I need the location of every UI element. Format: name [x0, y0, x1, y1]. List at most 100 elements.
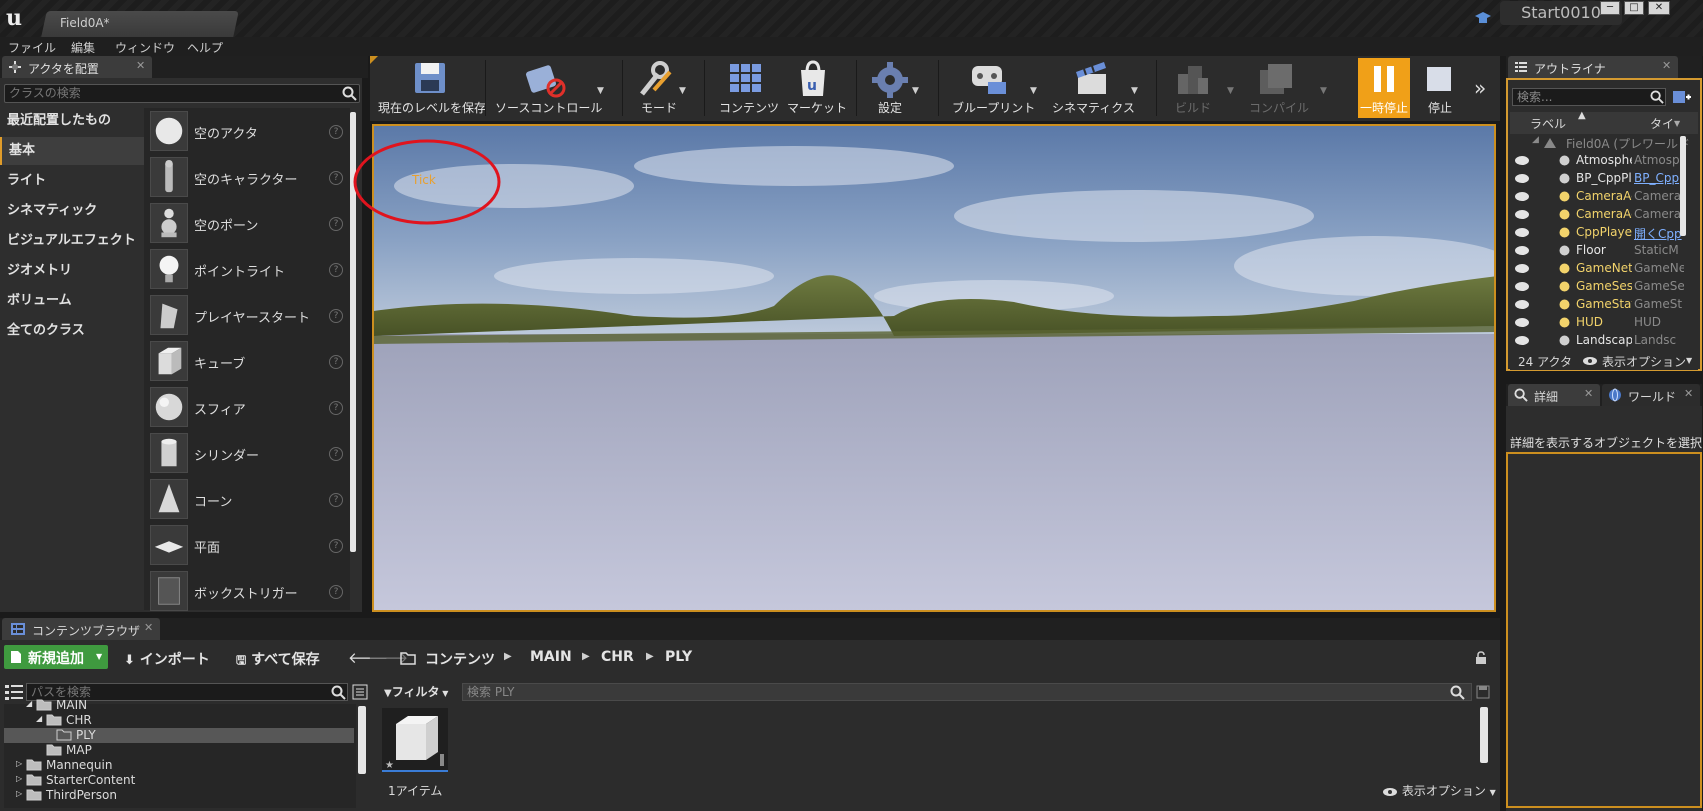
cinematics-button[interactable]: シネマティクス — [1052, 99, 1135, 116]
compile-dropdown-arrow[interactable]: ▼ — [1320, 86, 1327, 96]
category-basic[interactable]: 基本 — [0, 137, 144, 165]
tab-outliner[interactable]: アウトライナ ✕ — [1508, 56, 1678, 78]
help-icon[interactable]: ? — [329, 263, 343, 277]
stop-icon[interactable] — [1426, 66, 1452, 92]
outliner-col-type[interactable]: タイ — [1650, 115, 1674, 132]
learn-cap-icon[interactable] — [1474, 10, 1492, 26]
outliner-row[interactable]: GameSessGameSe — [1510, 278, 1690, 296]
visibility-eye-icon[interactable] — [1515, 300, 1529, 309]
help-icon[interactable]: ? — [329, 171, 343, 185]
help-icon[interactable]: ? — [329, 217, 343, 231]
actor-item-label[interactable]: スフィア — [194, 399, 246, 418]
source-control-icon[interactable] — [524, 60, 568, 98]
settings-dropdown-arrow[interactable]: ▼ — [912, 86, 919, 96]
folder-open-icon[interactable] — [400, 651, 416, 665]
tab-details[interactable]: 詳細 ✕ — [1508, 384, 1600, 406]
content-button[interactable]: コンテンツ — [719, 99, 779, 116]
help-icon[interactable]: ? — [329, 447, 343, 461]
import-button[interactable]: ⬇ インポート — [124, 649, 210, 669]
asset-view-options-button[interactable]: 表示オプション ▼ — [1382, 782, 1496, 799]
outliner-scrollbar[interactable] — [1680, 136, 1686, 236]
source-control-dropdown-arrow[interactable]: ▼ — [597, 86, 604, 96]
help-icon[interactable]: ? — [329, 493, 343, 507]
column-dropdown-icon[interactable]: ▼ — [1674, 119, 1680, 128]
add-folder-icon[interactable] — [1672, 88, 1692, 106]
expand-arrow-icon[interactable]: ▷ — [16, 774, 22, 783]
menu-help[interactable]: ヘルプ — [187, 39, 223, 56]
source-control-button[interactable]: ソースコントロール — [495, 99, 602, 116]
tab-close-icon[interactable]: ✕ — [144, 621, 153, 634]
actor-item-label[interactable]: 空のポーン — [194, 215, 258, 234]
settings-button[interactable]: 設定 — [878, 99, 902, 116]
outliner-row[interactable]: HUD HUD — [1510, 314, 1690, 332]
level-viewport[interactable] — [372, 124, 1496, 612]
outliner-row[interactable]: CameraAc Camera. — [1510, 188, 1690, 206]
save-all-button[interactable]: 🖫 すべて保存 — [236, 649, 320, 672]
add-new-button[interactable]: 新規追加 ▼ — [4, 645, 108, 669]
actor-item-label[interactable]: プレイヤースタート — [194, 307, 310, 326]
window-close-button[interactable]: ✕ — [1648, 1, 1670, 15]
breadcrumb-content[interactable]: コンテンツ — [425, 649, 495, 669]
visibility-eye-icon[interactable] — [1515, 156, 1529, 165]
build-icon[interactable] — [1172, 60, 1212, 98]
outliner-col-label[interactable]: ラベル — [1530, 115, 1566, 132]
folder-tree-item[interactable]: ▷ ThirdPerson — [4, 788, 354, 803]
blueprints-dropdown-arrow[interactable]: ▼ — [1030, 86, 1037, 96]
tab-world-settings[interactable]: ワールド ✕ — [1602, 384, 1700, 406]
menu-window[interactable]: ウィンドウ — [115, 39, 175, 56]
help-icon[interactable]: ? — [329, 355, 343, 369]
folder-tree-item[interactable]: ◢ MAIN — [4, 698, 354, 713]
help-icon[interactable]: ? — [329, 125, 343, 139]
outliner-root-row[interactable]: ◢ Field0A (プレワールド — [1510, 134, 1690, 152]
actor-item-label[interactable]: ポイントライト — [194, 261, 285, 280]
class-search-input[interactable]: クラスの検索 — [4, 84, 360, 103]
visibility-eye-icon[interactable] — [1515, 282, 1529, 291]
save-search-icon[interactable] — [1476, 685, 1490, 699]
category-volumes[interactable]: ボリューム — [0, 287, 144, 315]
tab-content-browser[interactable]: コンテンツブラウザ ✕ — [2, 618, 160, 640]
blueprints-icon[interactable] — [968, 62, 1010, 96]
outliner-search-input[interactable]: 検索... — [1512, 88, 1666, 106]
visibility-eye-icon[interactable] — [1515, 174, 1529, 183]
actor-item-label[interactable]: ボックストリガー — [194, 583, 298, 602]
cinematics-dropdown-arrow[interactable]: ▼ — [1131, 86, 1138, 96]
asset-search-input[interactable]: 検索 PLY — [462, 683, 1472, 701]
stop-button[interactable]: 停止 — [1428, 99, 1452, 116]
filters-button[interactable]: ▼フィルタ ▼ — [384, 683, 454, 702]
category-lights[interactable]: ライト — [0, 167, 144, 195]
tab-close-icon[interactable]: ✕ — [136, 59, 145, 72]
visibility-eye-icon[interactable] — [1515, 264, 1529, 273]
content-icon[interactable] — [728, 62, 764, 96]
category-recent[interactable]: 最近配置したもの — [0, 107, 144, 135]
expand-arrow-icon[interactable]: ◢ — [36, 714, 42, 723]
breadcrumb-main[interactable]: MAIN — [530, 649, 572, 665]
folder-tree-item[interactable]: ▷ StarterContent — [4, 773, 354, 788]
visibility-eye-icon[interactable] — [1515, 318, 1529, 327]
expand-arrow-icon[interactable]: ◢ — [26, 699, 32, 708]
menu-file[interactable]: ファイル — [8, 39, 56, 56]
outliner-row[interactable]: CameraAc Camera. — [1510, 206, 1690, 224]
expand-arrow-icon[interactable]: ▷ — [16, 759, 22, 768]
category-cinematic[interactable]: シネマティック — [0, 197, 144, 225]
pause-button[interactable]: 一時停止 — [1358, 58, 1410, 118]
tab-close-icon[interactable]: ✕ — [1684, 387, 1693, 400]
actor-item-label[interactable]: コーン — [194, 491, 232, 510]
outliner-row[interactable]: CppPlayer 開くCpp — [1510, 224, 1690, 242]
lock-icon[interactable] — [1474, 651, 1488, 665]
folder-tree-item[interactable]: ▷ Mannequin — [4, 758, 354, 773]
outliner-row[interactable]: GameNetwGameNe — [1510, 260, 1690, 278]
folder-tree-scrollbar[interactable] — [358, 706, 366, 774]
window-minimize-button[interactable]: ─ — [1600, 1, 1620, 15]
marketplace-button[interactable]: マーケット — [787, 99, 847, 116]
folder-tree-item[interactable]: MAP — [4, 743, 354, 758]
toolbar-overflow-button[interactable]: » — [1474, 76, 1486, 100]
breadcrumb-separator-icon[interactable]: ▶ — [504, 651, 512, 662]
modes-button[interactable]: モード — [641, 99, 677, 116]
window-maximize-button[interactable]: □ — [1624, 1, 1644, 15]
view-list-icon[interactable] — [352, 684, 368, 700]
outliner-row[interactable]: Landscap Landsc — [1510, 332, 1690, 350]
visibility-eye-icon[interactable] — [1515, 210, 1529, 219]
help-icon[interactable]: ? — [329, 401, 343, 415]
build-button[interactable]: ビルド — [1175, 99, 1211, 116]
actor-item-label[interactable]: シリンダー — [194, 445, 259, 464]
